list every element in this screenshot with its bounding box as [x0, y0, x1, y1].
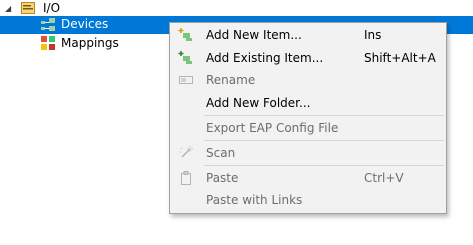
menu-item-add-new-folder[interactable]: Add New Folder... [170, 92, 446, 114]
menu-item-export-eap-config-file[interactable]: Export EAP Config File [170, 117, 446, 139]
menu-shortcut: Ins [364, 28, 382, 42]
expand-triangle-icon[interactable]: ◢ [5, 4, 11, 13]
menu-shortcut: Ctrl+V [364, 171, 404, 185]
menu-label: Add Existing Item... [206, 51, 324, 65]
tree-label-io: I/O [43, 1, 61, 15]
menu-separator [204, 165, 444, 166]
add-existing-item-icon [178, 51, 192, 64]
paste-icon [181, 171, 191, 185]
menu-shortcut: Shift+Alt+A [364, 51, 436, 65]
add-new-item-icon [178, 28, 192, 41]
scan-wand-icon [180, 146, 193, 158]
menu-label: Paste [206, 171, 239, 185]
menu-item-rename[interactable]: Rename [170, 69, 446, 91]
menu-item-add-new-item[interactable]: Add New Item... Ins [170, 24, 446, 46]
menu-label: Add New Folder... [206, 96, 311, 110]
menu-item-paste[interactable]: Paste Ctrl+V [170, 167, 446, 189]
tree-label-devices: Devices [61, 17, 109, 31]
menu-label: Rename [206, 73, 256, 87]
menu-separator [204, 140, 444, 141]
rename-icon [179, 76, 193, 84]
devices-icon [41, 18, 55, 31]
menu-separator [204, 115, 444, 116]
menu-label: Export EAP Config File [206, 121, 339, 135]
mappings-icon [41, 36, 55, 50]
tree-label-mappings: Mappings [61, 36, 119, 50]
menu-item-paste-with-links[interactable]: Paste with Links [170, 189, 446, 211]
menu-item-add-existing-item[interactable]: Add Existing Item... Shift+Alt+A [170, 47, 446, 69]
menu-label: Add New Item... [206, 28, 302, 42]
context-menu: Add New Item... Ins Add Existing Item...… [169, 22, 447, 214]
menu-label: Scan [206, 146, 236, 160]
menu-label: Paste with Links [206, 193, 303, 207]
io-folder-icon [21, 2, 35, 14]
menu-item-scan[interactable]: Scan [170, 142, 446, 164]
